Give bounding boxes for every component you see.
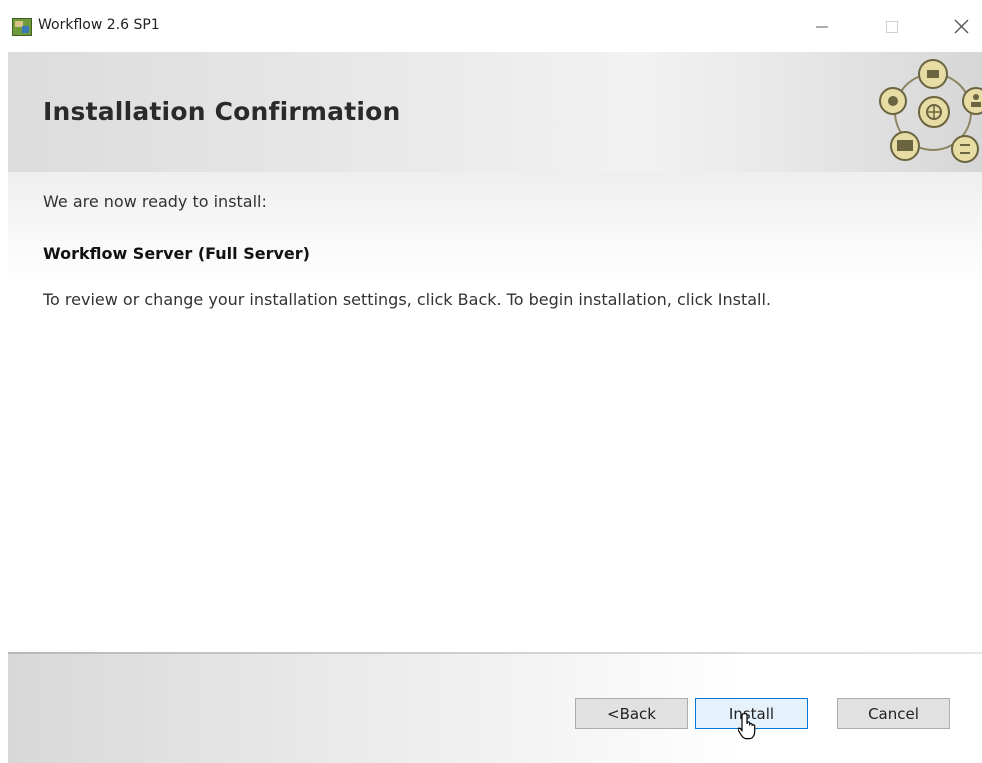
installer-window: Workflow 2.6 SP1 Installation Confirmati…	[0, 0, 982, 763]
window-title: Workflow 2.6 SP1	[38, 17, 160, 33]
footer-bar	[8, 652, 982, 763]
hand-cursor-icon	[738, 712, 756, 740]
title-bar: Workflow 2.6 SP1	[0, 0, 982, 52]
close-icon[interactable]	[941, 8, 982, 44]
product-name: Workflow Server (Full Server)	[43, 244, 310, 263]
footer-divider	[8, 652, 982, 654]
ready-text: We are now ready to install:	[43, 192, 267, 211]
page-title: Installation Confirmation	[43, 97, 401, 126]
workflow-logo-icon	[879, 59, 982, 163]
instructions-text: To review or change your installation se…	[43, 290, 772, 309]
cancel-button[interactable]: Cancel	[837, 698, 950, 729]
header-fade	[8, 172, 982, 282]
maximize-icon[interactable]	[871, 8, 913, 44]
app-icon	[12, 18, 32, 36]
minimize-icon[interactable]	[801, 8, 843, 44]
back-button[interactable]: <Back	[575, 698, 688, 729]
header-banner: Installation Confirmation	[8, 52, 982, 172]
